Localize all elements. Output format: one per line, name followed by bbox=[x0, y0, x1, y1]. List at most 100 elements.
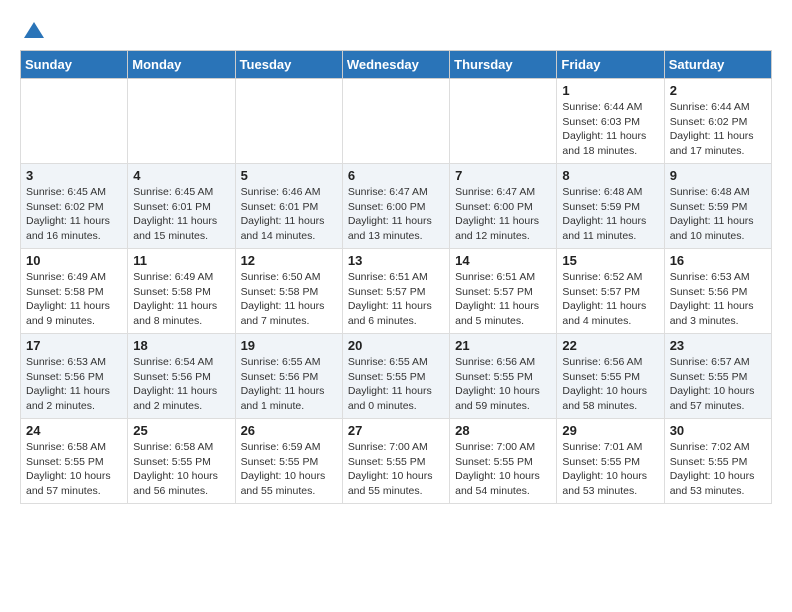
day-number: 5 bbox=[241, 168, 337, 183]
day-info: Sunrise: 6:44 AM Sunset: 6:03 PM Dayligh… bbox=[562, 100, 658, 159]
calendar-cell: 24 Sunrise: 6:58 AM Sunset: 5:55 PM Dayli… bbox=[21, 419, 128, 504]
day-info: Sunrise: 6:45 AM Sunset: 6:01 PM Dayligh… bbox=[133, 185, 229, 244]
day-info: Sunrise: 6:52 AM Sunset: 5:57 PM Dayligh… bbox=[562, 270, 658, 329]
calendar-cell: 13 Sunrise: 6:51 AM Sunset: 5:57 PM Dayli… bbox=[342, 249, 449, 334]
calendar-cell: 25Sunrise: 6:58 AM Sunset: 5:55 PM Dayli… bbox=[128, 419, 235, 504]
day-number: 21 bbox=[455, 338, 551, 353]
day-number: 23 bbox=[670, 338, 766, 353]
weekday-header: Tuesday bbox=[235, 51, 342, 79]
day-info: Sunrise: 6:44 AM Sunset: 6:02 PM Dayligh… bbox=[670, 100, 766, 159]
day-number: 16 bbox=[670, 253, 766, 268]
day-info: Sunrise: 6:47 AM Sunset: 6:00 PM Dayligh… bbox=[348, 185, 444, 244]
calendar-cell: 5Sunrise: 6:46 AM Sunset: 6:01 PM Daylig… bbox=[235, 164, 342, 249]
day-number: 8 bbox=[562, 168, 658, 183]
weekday-header: Saturday bbox=[664, 51, 771, 79]
day-number: 13 bbox=[348, 253, 444, 268]
day-number: 30 bbox=[670, 423, 766, 438]
page-header bbox=[20, 20, 772, 40]
calendar-cell: 9 Sunrise: 6:48 AM Sunset: 5:59 PM Daylig… bbox=[664, 164, 771, 249]
day-number: 4 bbox=[133, 168, 229, 183]
calendar-cell: 6 Sunrise: 6:47 AM Sunset: 6:00 PM Daylig… bbox=[342, 164, 449, 249]
day-info: Sunrise: 6:56 AM Sunset: 5:55 PM Dayligh… bbox=[455, 355, 551, 414]
day-info: Sunrise: 6:47 AM Sunset: 6:00 PM Dayligh… bbox=[455, 185, 551, 244]
weekday-header: Friday bbox=[557, 51, 664, 79]
day-number: 14 bbox=[455, 253, 551, 268]
weekday-header: Sunday bbox=[21, 51, 128, 79]
day-info: Sunrise: 6:55 AM Sunset: 5:56 PM Dayligh… bbox=[241, 355, 337, 414]
calendar-cell bbox=[342, 79, 449, 164]
day-info: Sunrise: 6:51 AM Sunset: 5:57 PM Dayligh… bbox=[348, 270, 444, 329]
day-number: 24 bbox=[26, 423, 122, 438]
day-number: 11 bbox=[133, 253, 229, 268]
calendar-cell: 2 Sunrise: 6:44 AM Sunset: 6:02 PM Daylig… bbox=[664, 79, 771, 164]
day-info: Sunrise: 7:00 AM Sunset: 5:55 PM Dayligh… bbox=[348, 440, 444, 499]
calendar-cell: 18 Sunrise: 6:54 AM Sunset: 5:56 PM Dayli… bbox=[128, 334, 235, 419]
day-number: 22 bbox=[562, 338, 658, 353]
logo bbox=[20, 20, 46, 40]
calendar-week-row: 3 Sunrise: 6:45 AM Sunset: 6:02 PM Daylig… bbox=[21, 164, 772, 249]
calendar-cell bbox=[21, 79, 128, 164]
calendar-week-row: 10 Sunrise: 6:49 AM Sunset: 5:58 PM Dayli… bbox=[21, 249, 772, 334]
calendar-cell: 23Sunrise: 6:57 AM Sunset: 5:55 PM Dayli… bbox=[664, 334, 771, 419]
day-info: Sunrise: 7:00 AM Sunset: 5:55 PM Dayligh… bbox=[455, 440, 551, 499]
day-number: 15 bbox=[562, 253, 658, 268]
calendar-cell: 15 Sunrise: 6:52 AM Sunset: 5:57 PM Dayli… bbox=[557, 249, 664, 334]
weekday-header: Wednesday bbox=[342, 51, 449, 79]
day-number: 20 bbox=[348, 338, 444, 353]
calendar-cell: 10 Sunrise: 6:49 AM Sunset: 5:58 PM Dayli… bbox=[21, 249, 128, 334]
day-info: Sunrise: 6:55 AM Sunset: 5:55 PM Dayligh… bbox=[348, 355, 444, 414]
calendar-cell: 14 Sunrise: 6:51 AM Sunset: 5:57 PM Dayli… bbox=[450, 249, 557, 334]
day-info: Sunrise: 6:45 AM Sunset: 6:02 PM Dayligh… bbox=[26, 185, 122, 244]
day-info: Sunrise: 6:58 AM Sunset: 5:55 PM Dayligh… bbox=[26, 440, 122, 499]
day-number: 2 bbox=[670, 83, 766, 98]
calendar-cell: 8 Sunrise: 6:48 AM Sunset: 5:59 PM Daylig… bbox=[557, 164, 664, 249]
logo-icon bbox=[22, 20, 46, 44]
calendar-cell: 17 Sunrise: 6:53 AM Sunset: 5:56 PM Dayli… bbox=[21, 334, 128, 419]
calendar-cell: 22 Sunrise: 6:56 AM Sunset: 5:55 PM Dayli… bbox=[557, 334, 664, 419]
calendar-cell: 7 Sunrise: 6:47 AM Sunset: 6:00 PM Daylig… bbox=[450, 164, 557, 249]
calendar-week-row: 17 Sunrise: 6:53 AM Sunset: 5:56 PM Dayli… bbox=[21, 334, 772, 419]
day-info: Sunrise: 6:53 AM Sunset: 5:56 PM Dayligh… bbox=[670, 270, 766, 329]
calendar-cell: 20 Sunrise: 6:55 AM Sunset: 5:55 PM Dayli… bbox=[342, 334, 449, 419]
calendar-cell: 30Sunrise: 7:02 AM Sunset: 5:55 PM Dayli… bbox=[664, 419, 771, 504]
day-info: Sunrise: 6:49 AM Sunset: 5:58 PM Dayligh… bbox=[26, 270, 122, 329]
day-number: 18 bbox=[133, 338, 229, 353]
calendar-cell: 28 Sunrise: 7:00 AM Sunset: 5:55 PM Dayli… bbox=[450, 419, 557, 504]
day-number: 12 bbox=[241, 253, 337, 268]
day-info: Sunrise: 6:49 AM Sunset: 5:58 PM Dayligh… bbox=[133, 270, 229, 329]
day-number: 17 bbox=[26, 338, 122, 353]
day-info: Sunrise: 6:51 AM Sunset: 5:57 PM Dayligh… bbox=[455, 270, 551, 329]
calendar-cell bbox=[450, 79, 557, 164]
day-info: Sunrise: 6:59 AM Sunset: 5:55 PM Dayligh… bbox=[241, 440, 337, 499]
calendar-cell: 4 Sunrise: 6:45 AM Sunset: 6:01 PM Daylig… bbox=[128, 164, 235, 249]
day-info: Sunrise: 6:48 AM Sunset: 5:59 PM Dayligh… bbox=[562, 185, 658, 244]
calendar-table: SundayMondayTuesdayWednesdayThursdayFrid… bbox=[20, 50, 772, 504]
calendar-cell: 16 Sunrise: 6:53 AM Sunset: 5:56 PM Dayli… bbox=[664, 249, 771, 334]
calendar-week-row: 1 Sunrise: 6:44 AM Sunset: 6:03 PM Daylig… bbox=[21, 79, 772, 164]
day-info: Sunrise: 6:48 AM Sunset: 5:59 PM Dayligh… bbox=[670, 185, 766, 244]
day-info: Sunrise: 6:53 AM Sunset: 5:56 PM Dayligh… bbox=[26, 355, 122, 414]
calendar-cell: 1 Sunrise: 6:44 AM Sunset: 6:03 PM Daylig… bbox=[557, 79, 664, 164]
day-number: 25 bbox=[133, 423, 229, 438]
day-number: 10 bbox=[26, 253, 122, 268]
day-number: 1 bbox=[562, 83, 658, 98]
day-info: Sunrise: 7:01 AM Sunset: 5:55 PM Dayligh… bbox=[562, 440, 658, 499]
day-number: 9 bbox=[670, 168, 766, 183]
day-number: 6 bbox=[348, 168, 444, 183]
calendar-cell: 26Sunrise: 6:59 AM Sunset: 5:55 PM Dayli… bbox=[235, 419, 342, 504]
weekday-header: Monday bbox=[128, 51, 235, 79]
calendar-cell: 12 Sunrise: 6:50 AM Sunset: 5:58 PM Dayli… bbox=[235, 249, 342, 334]
calendar-week-row: 24 Sunrise: 6:58 AM Sunset: 5:55 PM Dayli… bbox=[21, 419, 772, 504]
calendar-cell: 3 Sunrise: 6:45 AM Sunset: 6:02 PM Daylig… bbox=[21, 164, 128, 249]
day-number: 28 bbox=[455, 423, 551, 438]
day-info: Sunrise: 6:56 AM Sunset: 5:55 PM Dayligh… bbox=[562, 355, 658, 414]
day-number: 3 bbox=[26, 168, 122, 183]
calendar-cell: 29Sunrise: 7:01 AM Sunset: 5:55 PM Dayli… bbox=[557, 419, 664, 504]
calendar-cell: 27Sunrise: 7:00 AM Sunset: 5:55 PM Dayli… bbox=[342, 419, 449, 504]
day-number: 7 bbox=[455, 168, 551, 183]
calendar-cell: 19 Sunrise: 6:55 AM Sunset: 5:56 PM Dayli… bbox=[235, 334, 342, 419]
day-number: 19 bbox=[241, 338, 337, 353]
day-info: Sunrise: 6:54 AM Sunset: 5:56 PM Dayligh… bbox=[133, 355, 229, 414]
day-info: Sunrise: 6:50 AM Sunset: 5:58 PM Dayligh… bbox=[241, 270, 337, 329]
calendar-cell: 11 Sunrise: 6:49 AM Sunset: 5:58 PM Dayli… bbox=[128, 249, 235, 334]
